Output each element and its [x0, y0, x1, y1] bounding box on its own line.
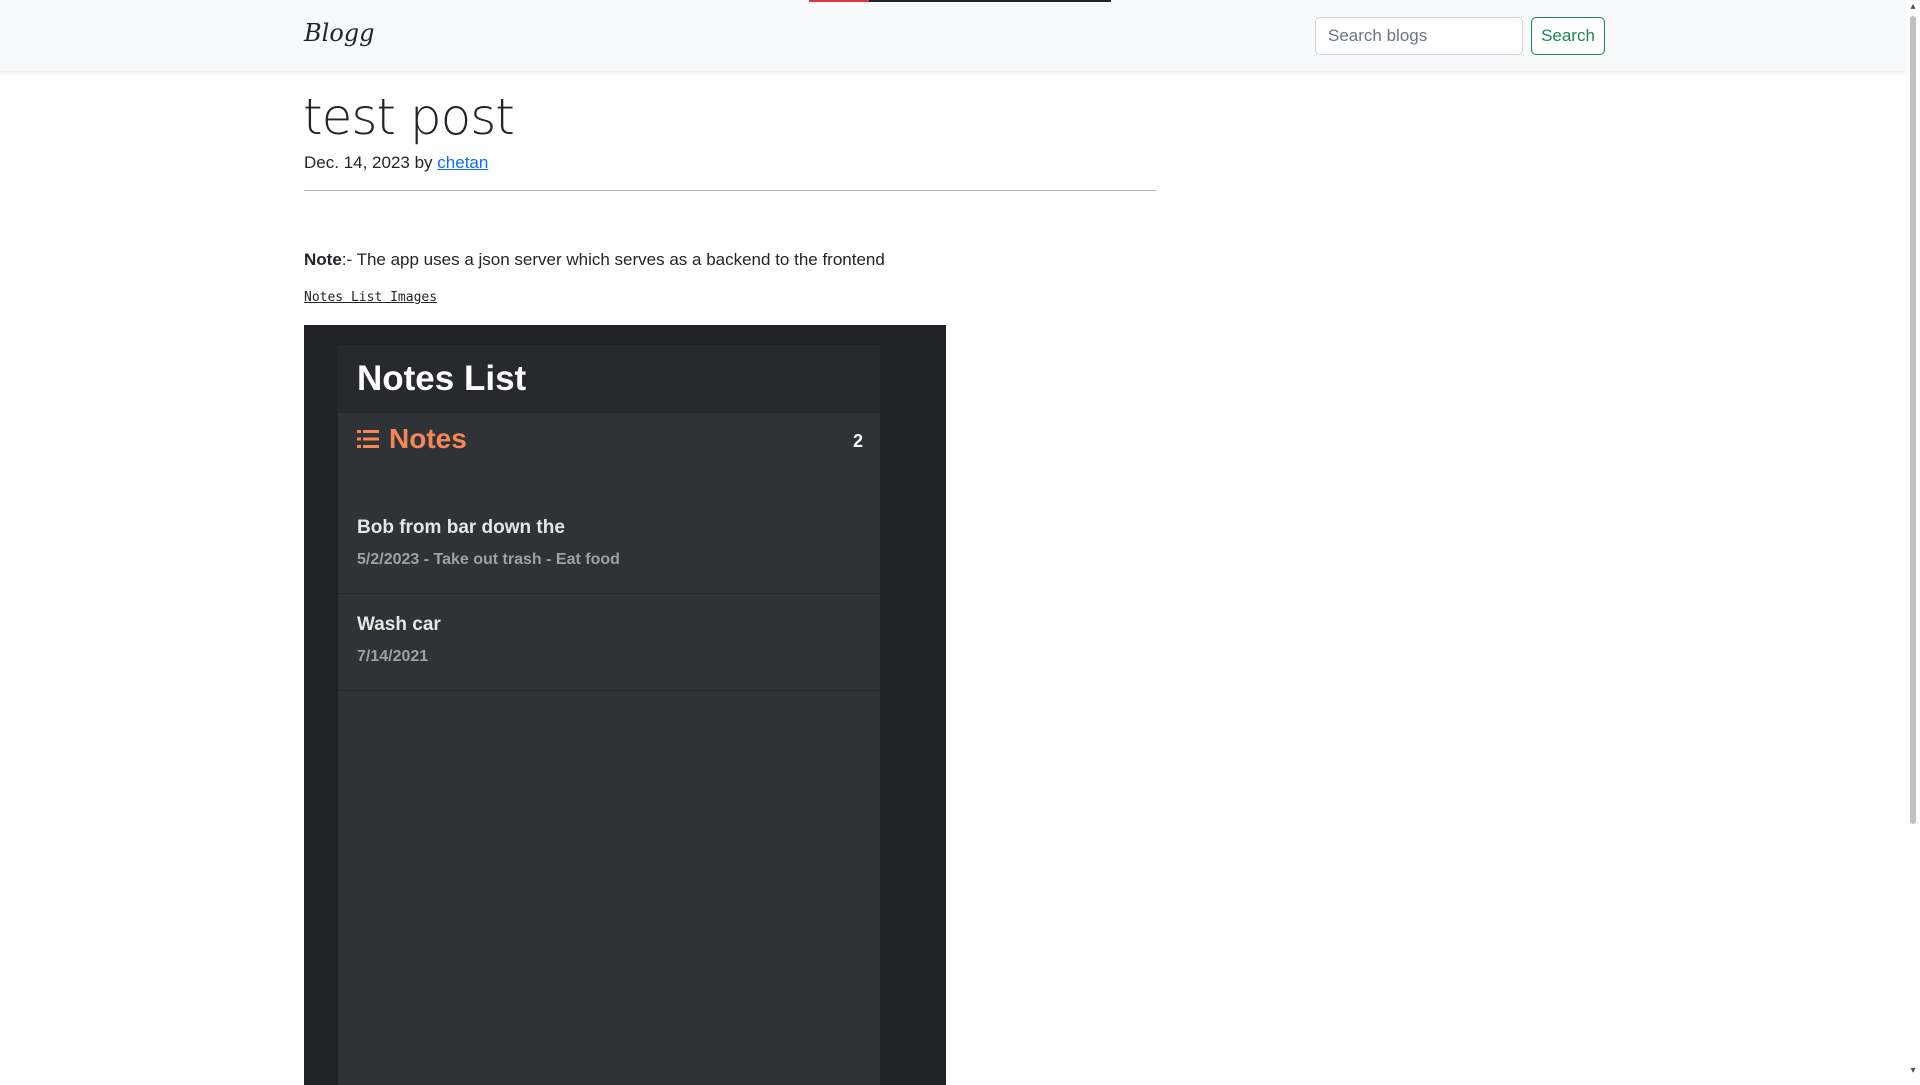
notes-heading: Notes [357, 423, 467, 455]
list-item: Wash car 7/14/2021 [338, 594, 880, 691]
notes-app-screenshot: Notes List Notes 2 Bob from bar down the… [304, 325, 946, 1085]
app-header: Notes List [338, 345, 880, 413]
page-scrollbar[interactable]: ▴ ▾ [1906, 0, 1920, 1080]
navbar: Blogg Search [0, 0, 1906, 71]
post-note: Note:- The app uses a json server which … [304, 250, 885, 270]
list-item: Bob from bar down the 5/2/2023 - Take ou… [338, 497, 880, 594]
post-date: Dec. 14, 2023 [304, 153, 410, 172]
notes-label: Notes [389, 423, 467, 454]
list-icon [357, 429, 379, 449]
note-title: Wash car [357, 614, 441, 635]
divider [304, 190, 1156, 191]
scroll-down-icon[interactable]: ▾ [1908, 1066, 1918, 1076]
notes-list-images-link[interactable]: Notes List Images [304, 290, 437, 305]
search-input[interactable] [1315, 17, 1523, 55]
scrollbar-thumb[interactable] [1910, 16, 1916, 824]
app-panel: Notes List Notes 2 Bob from bar down the… [338, 345, 880, 1085]
note-subtitle: 5/2/2023 - Take out trash - Eat food [357, 551, 620, 568]
page-loading-bar [809, 0, 1111, 2]
scroll-up-icon[interactable]: ▴ [1908, 2, 1918, 12]
brand-logo[interactable]: Blogg [304, 19, 375, 47]
search-button[interactable]: Search [1531, 17, 1605, 55]
post-by: by [414, 153, 433, 172]
note-title: Bob from bar down the [357, 517, 565, 538]
note-text: :- The app uses a json server which serv… [341, 250, 885, 269]
note-label: Note [304, 250, 342, 269]
author-link[interactable]: chetan [437, 153, 488, 172]
app-title: Notes List [357, 359, 527, 398]
post-title: test post [303, 88, 515, 146]
post-meta: Dec. 14, 2023 by chetan [304, 153, 488, 173]
notes-count: 2 [852, 431, 863, 451]
note-subtitle: 7/14/2021 [357, 648, 429, 665]
